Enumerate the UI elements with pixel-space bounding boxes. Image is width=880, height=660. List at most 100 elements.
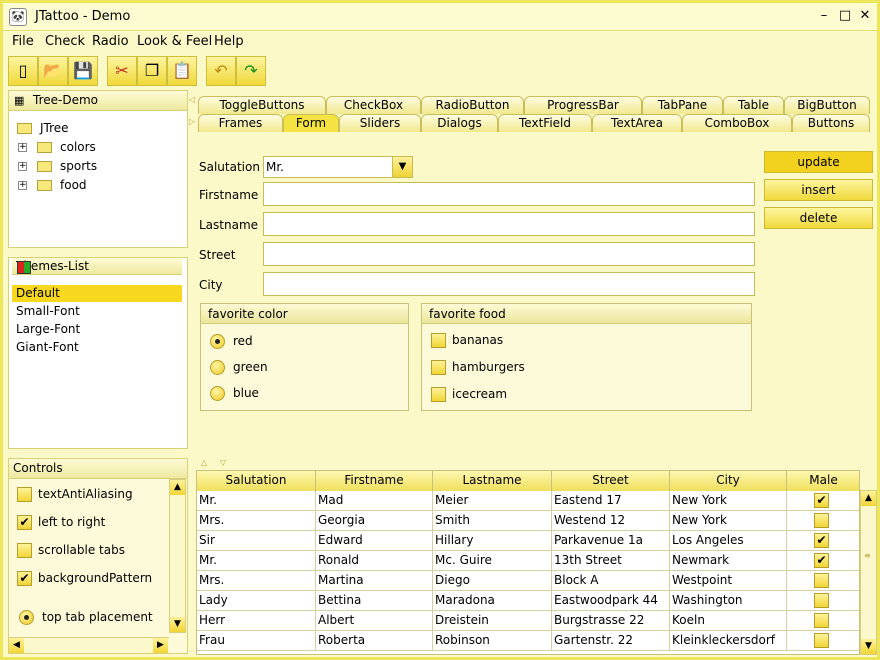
- cell-city[interactable]: New York: [670, 491, 787, 511]
- cell-salutation[interactable]: Herr: [197, 611, 316, 631]
- expand-icon[interactable]: +: [18, 143, 27, 152]
- cell-firstname[interactable]: Albert: [316, 611, 433, 631]
- firstname-field[interactable]: [263, 182, 755, 206]
- checkbox-icecream[interactable]: icecream: [431, 387, 507, 402]
- tab-bigbutton[interactable]: BigButton: [784, 96, 870, 114]
- cell-firstname[interactable]: Martina: [316, 571, 433, 591]
- radio-red[interactable]: red: [210, 334, 253, 349]
- cell-city[interactable]: Westpoint: [670, 571, 787, 591]
- tab-tabpane[interactable]: TabPane: [642, 96, 723, 114]
- city-field[interactable]: [263, 272, 755, 296]
- cell-lastname[interactable]: Smith: [433, 511, 552, 531]
- cell-lastname[interactable]: Meier: [433, 491, 552, 511]
- table-vertical-scrollbar[interactable]: ▲ ≡ ▼: [860, 490, 877, 655]
- table-row[interactable]: Mrs. Martina Diego Block A Westpoint: [197, 571, 859, 591]
- checkbox-icon[interactable]: [814, 513, 829, 528]
- theme-item[interactable]: Default: [12, 285, 182, 302]
- scroll-left-icon[interactable]: ◀: [9, 638, 24, 653]
- checkmark-icon[interactable]: ✔: [814, 493, 829, 508]
- cell-street[interactable]: Westend 12: [552, 511, 670, 531]
- tab-form[interactable]: Form: [283, 114, 339, 132]
- tab-table[interactable]: Table: [723, 96, 784, 114]
- cell-salutation[interactable]: Frau: [197, 631, 316, 651]
- tree-root[interactable]: JTree: [17, 121, 69, 135]
- cell-salutation[interactable]: Lady: [197, 591, 316, 611]
- table-row[interactable]: Mrs. Georgia Smith Westend 12 New York: [197, 511, 859, 531]
- cell-street[interactable]: Eastend 17: [552, 491, 670, 511]
- column-header[interactable]: City: [670, 471, 787, 491]
- checkbox-icon[interactable]: [814, 633, 829, 648]
- cell-city[interactable]: Koeln: [670, 611, 787, 631]
- chevron-down-icon[interactable]: ▼: [392, 157, 412, 177]
- cell-city[interactable]: Los Angeles: [670, 531, 787, 551]
- scroll-grip-icon[interactable]: ≡: [864, 551, 871, 560]
- cell-firstname[interactable]: Ronald: [316, 551, 433, 571]
- scroll-up-icon[interactable]: ▲: [861, 491, 876, 506]
- cell-firstname[interactable]: Edward: [316, 531, 433, 551]
- checkbox-left-to-right[interactable]: ✔ left to right: [17, 515, 105, 530]
- checkbox-icon[interactable]: [814, 573, 829, 588]
- controls-vertical-scrollbar[interactable]: ▲ ▼: [169, 479, 186, 633]
- tab-progressbar[interactable]: ProgressBar: [524, 96, 642, 114]
- split-left-arrow-icon[interactable]: ◁: [189, 95, 195, 104]
- theme-item[interactable]: Giant-Font: [12, 339, 182, 356]
- copy-button[interactable]: ❐: [137, 56, 167, 86]
- checkbox-bananas[interactable]: bananas: [431, 333, 503, 348]
- radio-blue[interactable]: blue: [210, 386, 259, 401]
- tab-radiobutton[interactable]: RadioButton: [421, 96, 524, 114]
- checkmark-icon[interactable]: ✔: [814, 553, 829, 568]
- theme-item[interactable]: Large-Font: [12, 321, 182, 338]
- tree-node-sports[interactable]: sports: [37, 159, 97, 173]
- open-button[interactable]: 📂: [38, 56, 68, 86]
- cell-firstname[interactable]: Mad: [316, 491, 433, 511]
- checkbox-icon[interactable]: [814, 613, 829, 628]
- cell-street[interactable]: Parkavenue 1a: [552, 531, 670, 551]
- lastname-field[interactable]: [263, 212, 755, 236]
- cell-salutation[interactable]: Mrs.: [197, 571, 316, 591]
- cell-street[interactable]: 13th Street: [552, 551, 670, 571]
- table-row[interactable]: Frau Roberta Robinson Gartenstr. 22 Kleinkle…: [197, 631, 859, 651]
- controls-horizontal-scrollbar[interactable]: ◀ ▶: [9, 637, 169, 653]
- checkbox-background-pattern[interactable]: ✔ backgroundPattern: [17, 571, 152, 586]
- checkbox-text-antialiasing[interactable]: textAntiAliasing: [17, 487, 133, 502]
- close-button[interactable]: ✕: [856, 8, 874, 24]
- cell-salutation[interactable]: Mr.: [197, 491, 316, 511]
- scroll-down-icon[interactable]: ▼: [861, 639, 876, 654]
- cut-button[interactable]: ✂: [107, 56, 137, 86]
- expand-icon[interactable]: +: [18, 181, 27, 190]
- menu-check[interactable]: Check: [45, 34, 85, 49]
- update-button[interactable]: update: [764, 151, 873, 173]
- tab-textfield[interactable]: TextField: [498, 114, 592, 132]
- cell-city[interactable]: Washington: [670, 591, 787, 611]
- table-row[interactable]: Sir Edward Hillary Parkavenue 1a Los Angeles…: [197, 531, 859, 551]
- cell-lastname[interactable]: Hillary: [433, 531, 552, 551]
- cell-firstname[interactable]: Roberta: [316, 631, 433, 651]
- maximize-button[interactable]: □: [836, 8, 854, 24]
- column-header[interactable]: Street: [552, 471, 670, 491]
- cell-lastname[interactable]: Mc. Guire: [433, 551, 552, 571]
- checkbox-hamburgers[interactable]: hamburgers: [431, 360, 525, 375]
- cell-street[interactable]: Eastwoodpark 44: [552, 591, 670, 611]
- undo-button[interactable]: ↶: [206, 56, 236, 86]
- cell-lastname[interactable]: Dreistein: [433, 611, 552, 631]
- table-row[interactable]: Herr Albert Dreistein Burgstrasse 22 Koeln: [197, 611, 859, 631]
- salutation-combo[interactable]: Mr. ▼: [263, 156, 413, 178]
- tab-checkbox[interactable]: CheckBox: [326, 96, 421, 114]
- cell-street[interactable]: Block A: [552, 571, 670, 591]
- minimize-button[interactable]: –: [815, 8, 833, 24]
- scroll-down-icon[interactable]: ▼: [170, 617, 185, 632]
- cell-street[interactable]: Burgstrasse 22: [552, 611, 670, 631]
- menu-file[interactable]: File: [12, 34, 34, 49]
- redo-button[interactable]: ↷: [236, 56, 266, 86]
- new-file-button[interactable]: ▯: [8, 56, 38, 86]
- radio-green[interactable]: green: [210, 360, 268, 375]
- cell-city[interactable]: New York: [670, 511, 787, 531]
- cell-city[interactable]: Newmark: [670, 551, 787, 571]
- cell-city[interactable]: Kleinkleckersdorf: [670, 631, 787, 651]
- cell-salutation[interactable]: Mrs.: [197, 511, 316, 531]
- checkmark-icon[interactable]: ✔: [814, 533, 829, 548]
- cell-salutation[interactable]: Sir: [197, 531, 316, 551]
- checkbox-scrollable-tabs[interactable]: scrollable tabs: [17, 543, 125, 558]
- column-header[interactable]: Firstname: [316, 471, 433, 491]
- paste-button[interactable]: 📋: [167, 56, 197, 86]
